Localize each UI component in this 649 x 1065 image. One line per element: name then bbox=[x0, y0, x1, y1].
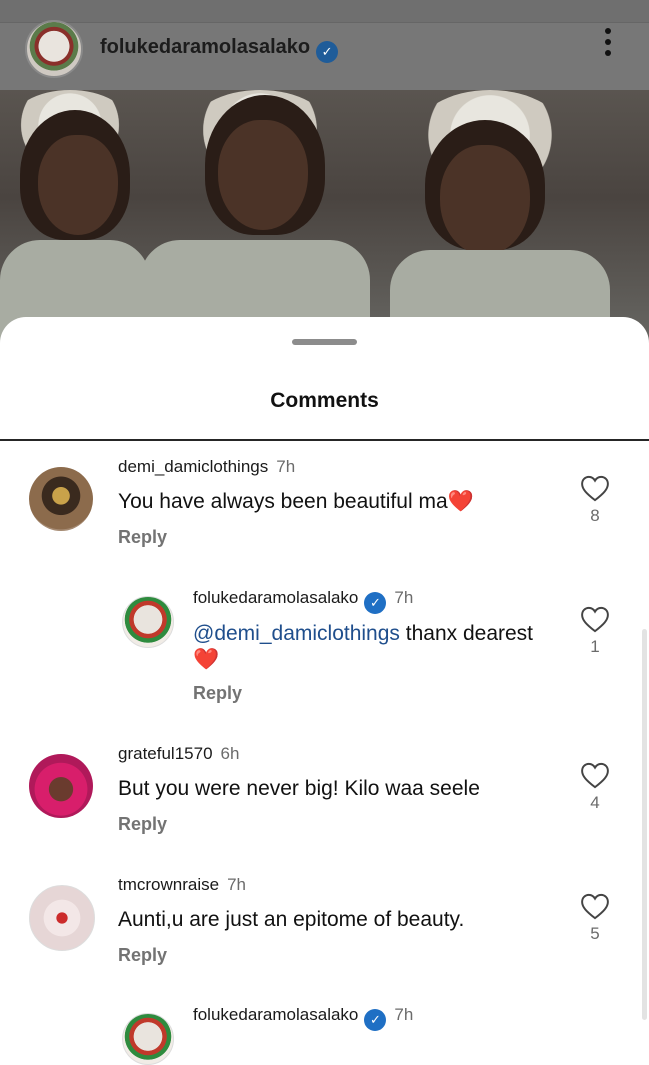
comment-time: 7h bbox=[227, 875, 247, 894]
mention-link[interactable]: @demi_damiclothings bbox=[193, 622, 400, 645]
heart-icon[interactable] bbox=[575, 606, 615, 633]
like-control[interactable]: 8 bbox=[575, 475, 615, 526]
comment-meta: demi_damiclothings 7h bbox=[118, 457, 295, 477]
post-username[interactable]: folukedaramolasalako ✓ bbox=[100, 36, 339, 63]
comment-meta: grateful1570 6h bbox=[118, 744, 239, 764]
more-options-icon[interactable] bbox=[600, 28, 616, 62]
commenter-avatar[interactable] bbox=[122, 1013, 174, 1065]
comment-username[interactable]: demi_damiclothings bbox=[118, 457, 268, 476]
comment-time: 7h bbox=[394, 1005, 414, 1024]
commenter-avatar[interactable] bbox=[29, 467, 93, 531]
comments-title: Comments bbox=[270, 389, 379, 412]
comment-username[interactable]: folukedaramolasalako bbox=[193, 1005, 358, 1024]
comment-text-line2: ❤️ bbox=[193, 648, 220, 671]
like-control[interactable]: 5 bbox=[575, 893, 615, 944]
reply-button[interactable]: Reply bbox=[193, 683, 242, 704]
comment-time: 7h bbox=[394, 588, 414, 607]
like-control[interactable]: 1 bbox=[575, 606, 615, 657]
background-post: folukedaramolasalako ✓ bbox=[0, 0, 649, 360]
comment-meta: folukedaramolasalako ✓ 7h bbox=[193, 588, 413, 614]
commenter-avatar[interactable] bbox=[29, 885, 95, 951]
heart-icon[interactable] bbox=[575, 893, 615, 920]
reply-button[interactable]: Reply bbox=[118, 814, 167, 835]
drag-handle[interactable] bbox=[292, 339, 357, 345]
comment-meta: tmcrownraise 7h bbox=[118, 875, 246, 895]
divider bbox=[0, 439, 649, 441]
like-control[interactable]: 4 bbox=[575, 762, 615, 813]
commenter-avatar[interactable] bbox=[29, 754, 93, 818]
comment-time: 6h bbox=[220, 744, 240, 763]
verified-badge-icon: ✓ bbox=[316, 41, 339, 63]
reply-button[interactable]: Reply bbox=[118, 527, 167, 548]
like-count: 4 bbox=[590, 793, 600, 812]
verified-badge-icon: ✓ bbox=[364, 1009, 387, 1031]
like-count: 8 bbox=[590, 506, 600, 525]
comment-username[interactable]: grateful1570 bbox=[118, 744, 213, 763]
comment-text: You have always been beautiful ma❤️ bbox=[118, 490, 474, 513]
commenter-avatar[interactable] bbox=[122, 596, 174, 648]
comment-text: @demi_damiclothings thanx dearest ❤️ bbox=[193, 621, 563, 673]
comment-meta: folukedaramolasalako ✓ 7h bbox=[193, 1005, 413, 1031]
heart-icon[interactable] bbox=[575, 762, 615, 789]
post-avatar[interactable] bbox=[25, 20, 83, 78]
heart-icon[interactable] bbox=[575, 475, 615, 502]
reply-button[interactable]: Reply bbox=[118, 945, 167, 966]
scrollbar[interactable] bbox=[642, 629, 647, 1020]
comment-text-body: thanx dearest bbox=[399, 622, 534, 645]
verified-badge-icon: ✓ bbox=[364, 592, 387, 614]
comment-username[interactable]: tmcrownraise bbox=[118, 875, 219, 894]
comment-time: 7h bbox=[276, 457, 296, 476]
post-username-text: folukedaramolasalako bbox=[100, 36, 311, 58]
post-header: folukedaramolasalako ✓ bbox=[0, 0, 649, 90]
top-strip bbox=[0, 0, 649, 23]
comment-text: But you were never big! Kilo waa seele bbox=[118, 777, 480, 800]
comment-text: Aunti,u are just an epitome of beauty. bbox=[118, 908, 465, 931]
like-count: 5 bbox=[590, 924, 600, 943]
comment-username[interactable]: folukedaramolasalako bbox=[193, 588, 358, 607]
like-count: 1 bbox=[590, 637, 600, 656]
comments-sheet: Comments demi_damiclothings 7h You have a… bbox=[0, 317, 649, 1065]
